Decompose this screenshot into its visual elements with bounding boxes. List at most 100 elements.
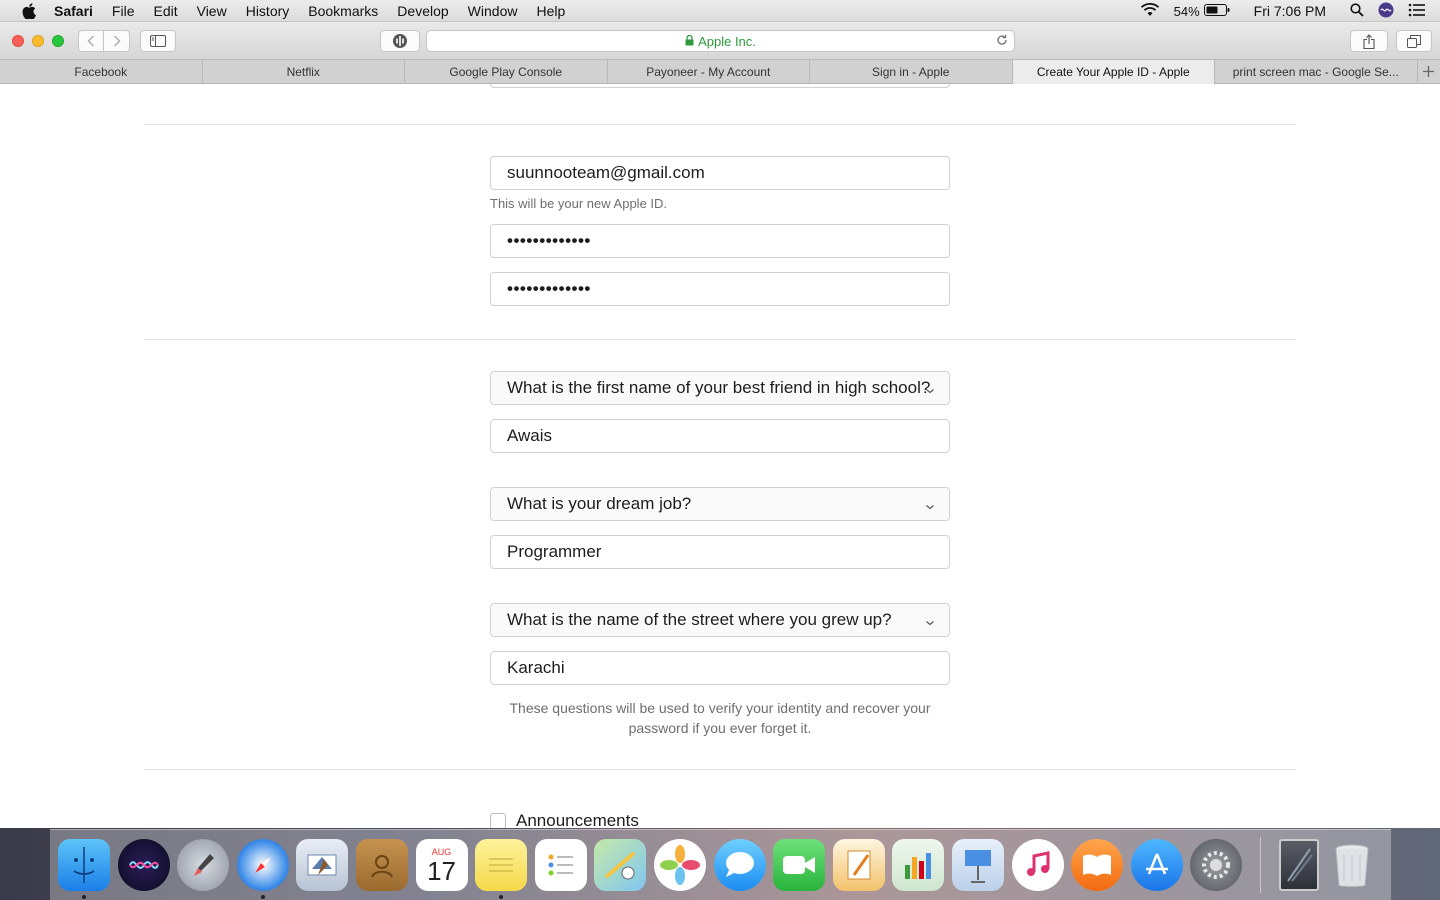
siri-dock-icon[interactable] [117,839,170,891]
menu-view[interactable]: View [197,3,227,19]
announcements-option[interactable]: Announcements [490,811,639,828]
tab-create-apple-id[interactable]: Create Your Apple ID - Apple [1012,60,1215,84]
security-question-3-text: What is the name of the street where you… [507,610,892,629]
ibooks-icon[interactable] [1071,839,1124,891]
zoom-window-button[interactable] [52,35,64,47]
menu-bar: Safari File Edit View History Bookmarks … [0,0,1440,22]
finder-icon[interactable] [58,839,110,899]
notes-icon[interactable] [475,839,528,899]
apple-menu-icon[interactable] [18,2,40,19]
sidebar-icon [150,35,166,47]
plus-icon [1423,66,1434,77]
browser-toolbar: Apple Inc. [0,22,1440,60]
navigation-buttons [78,30,130,52]
security-answer-1-value: Awais [507,426,553,445]
menu-window[interactable]: Window [468,3,518,19]
show-all-tabs-button[interactable] [1396,30,1432,52]
battery-percent: 54% [1173,3,1200,19]
battery-icon[interactable] [1203,3,1230,19]
address-bar[interactable]: Apple Inc. [426,30,1015,52]
mail-icon[interactable] [296,839,349,891]
show-sidebar-button[interactable] [140,30,176,52]
email-field[interactable]: suunnooteam@gmail.com [490,156,950,190]
notification-center-icon[interactable] [1408,3,1426,20]
maps-icon[interactable] [594,839,647,891]
confirm-password-field[interactable]: ••••••••••••• [490,272,950,306]
reminders-icon[interactable] [534,839,587,891]
share-button[interactable] [1350,30,1388,52]
password-field[interactable]: ••••••••••••• [490,224,950,258]
forward-button[interactable] [104,30,130,52]
tab-payoneer[interactable]: Payoneer - My Account [608,60,810,84]
safari-dock-icon[interactable] [236,839,289,899]
running-indicator [260,895,265,899]
minimize-window-button[interactable] [32,35,44,47]
menu-develop[interactable]: Develop [397,3,448,19]
menu-bookmarks[interactable]: Bookmarks [308,3,378,19]
lock-icon [685,34,694,49]
clock[interactable]: Fri 7:06 PM [1254,3,1326,19]
chevron-right-icon [113,35,121,47]
tab-google-play-console[interactable]: Google Play Console [405,60,608,84]
photos-icon[interactable] [653,839,706,891]
menu-edit[interactable]: Edit [153,3,177,19]
chevron-down-icon [925,496,935,516]
back-button[interactable] [78,30,104,52]
menu-history[interactable]: History [246,3,290,19]
tabs-overview-icon [1407,34,1421,48]
messages-icon[interactable] [713,839,766,891]
app-store-icon[interactable] [1130,839,1183,891]
facetime-icon[interactable] [773,839,826,891]
pages-icon[interactable] [832,839,885,891]
wifi-icon[interactable] [1140,2,1160,20]
launchpad-icon[interactable] [177,839,230,891]
privacy-extension-button[interactable] [380,30,420,52]
chevron-down-icon [925,612,935,632]
section-divider [144,769,1296,770]
close-window-button[interactable] [12,35,24,47]
announcements-checkbox[interactable] [490,813,506,828]
calendar-icon[interactable]: AUG 17 [415,839,468,891]
url-text: Apple Inc. [698,33,756,49]
tab-sign-in-apple[interactable]: Sign in - Apple [810,60,1013,84]
chevron-left-icon [87,35,95,47]
keynote-icon[interactable] [951,839,1004,891]
menu-app-name[interactable]: Safari [54,3,93,19]
menu-file[interactable]: File [112,3,135,19]
security-answer-3-field[interactable]: Karachi [490,651,950,685]
running-indicator [499,895,504,899]
downloads-stack-icon[interactable] [1278,839,1319,891]
chevron-down-icon [925,380,935,400]
security-question-2-select[interactable]: What is your dream job? [490,487,950,521]
section-divider [144,124,1296,125]
security-question-1-text: What is the first name of your best frie… [507,378,931,397]
siri-icon[interactable] [1378,2,1394,21]
itunes-icon[interactable] [1011,839,1064,891]
new-tab-button[interactable] [1418,60,1440,83]
security-answer-2-field[interactable]: Programmer [490,535,950,569]
password-mask: ••••••••••••• [507,231,591,250]
email-hint: This will be your new Apple ID. [490,196,668,211]
announcements-label: Announcements [516,811,639,828]
numbers-icon[interactable] [892,839,945,891]
window-controls [12,35,64,47]
security-question-3-select[interactable]: What is the name of the street where you… [490,603,950,637]
tab-print-screen-mac[interactable]: print screen mac - Google Se... [1215,60,1418,84]
share-icon [1363,33,1375,49]
page-content: suunnooteam@gmail.com This will be your … [0,84,1440,828]
previous-field-edge [490,84,950,88]
security-answer-2-value: Programmer [507,542,602,561]
contacts-icon[interactable] [355,839,408,891]
tab-facebook[interactable]: Facebook [0,60,203,84]
trash-icon[interactable] [1326,839,1378,891]
spotlight-search-icon[interactable] [1350,2,1364,20]
security-answer-1-field[interactable]: Awais [490,419,950,453]
menu-help[interactable]: Help [536,3,565,19]
security-question-1-select[interactable]: What is the first name of your best frie… [490,371,950,405]
system-preferences-icon[interactable] [1190,839,1243,891]
section-divider [144,339,1296,340]
reload-icon[interactable] [996,33,1008,49]
email-value: suunnooteam@gmail.com [507,163,705,182]
tab-netflix[interactable]: Netflix [203,60,405,84]
safari-window: Apple Inc. Facebook Netflix Google Play … [0,22,1440,828]
